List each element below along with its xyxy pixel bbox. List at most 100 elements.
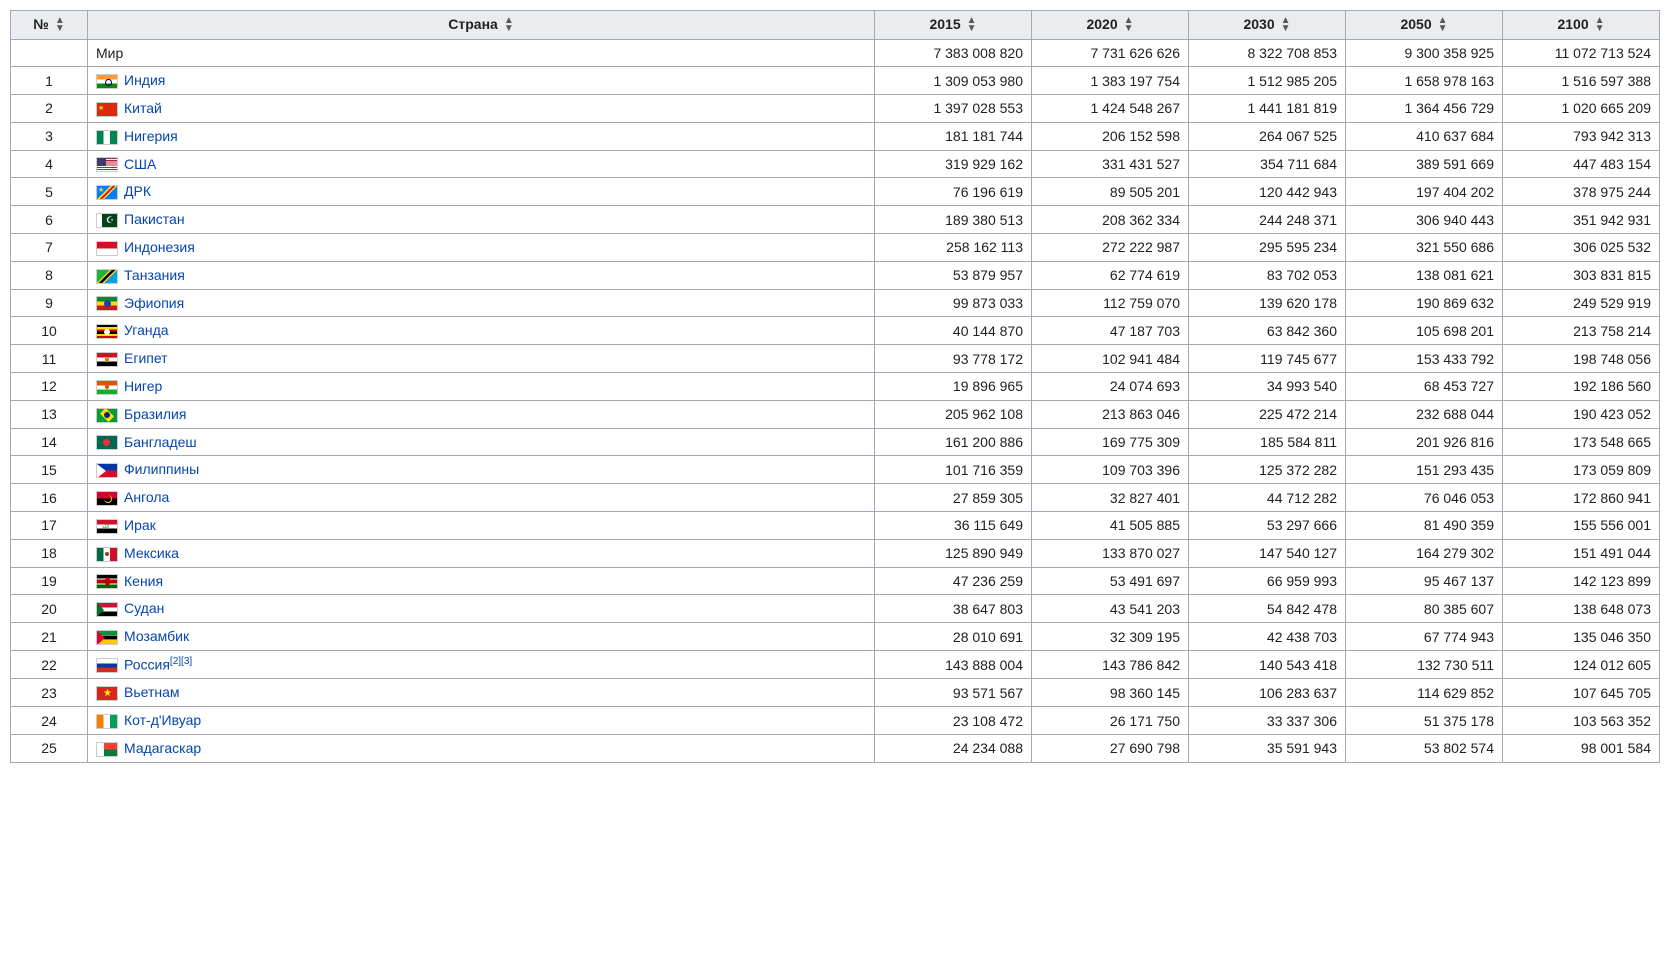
value-cell: 38 647 803	[875, 595, 1032, 623]
value-cell: 132 730 511	[1346, 651, 1503, 679]
country-link[interactable]: Ирак	[124, 517, 156, 533]
country-link[interactable]: Мадагаскар	[124, 740, 201, 756]
tanzania-flag-icon	[96, 269, 118, 284]
value-cell: 54 842 478	[1189, 595, 1346, 623]
value-cell: 213 758 214	[1503, 317, 1660, 345]
value-cell: 181 181 744	[875, 122, 1032, 150]
value-cell: 173 548 665	[1503, 428, 1660, 456]
population-table: № Страна 2015 2020 2030 2050 2100 Мир 7 …	[10, 10, 1660, 763]
country-link[interactable]: Кот-д'Ивуар	[124, 712, 201, 728]
table-row: 20Судан38 647 80343 541 20354 842 47880 …	[11, 595, 1660, 623]
value-cell: 53 491 697	[1032, 567, 1189, 595]
header-2100[interactable]: 2100	[1503, 11, 1660, 40]
value-cell: 354 711 684	[1189, 150, 1346, 178]
header-num-label: №	[33, 16, 49, 32]
value-cell: 53 802 574	[1346, 735, 1503, 763]
header-2050-label: 2050	[1400, 16, 1431, 32]
country-cell: Нигер	[88, 373, 875, 401]
value-cell: 1 020 665 209	[1503, 95, 1660, 123]
header-2030[interactable]: 2030	[1189, 11, 1346, 40]
row-number: 6	[11, 206, 88, 234]
table-row: 4США319 929 162331 431 527354 711 684389…	[11, 150, 1660, 178]
row-number: 18	[11, 539, 88, 567]
value-cell: 26 171 750	[1032, 707, 1189, 735]
country-link[interactable]: Мексика	[124, 545, 179, 561]
country-link[interactable]: Пакистан	[124, 211, 185, 227]
value-cell: 447 483 154	[1503, 150, 1660, 178]
value-cell: 106 283 637	[1189, 679, 1346, 707]
header-num[interactable]: №	[11, 11, 88, 40]
value-cell: 1 658 978 163	[1346, 67, 1503, 95]
value-cell: 81 490 359	[1346, 512, 1503, 540]
value-cell: 319 929 162	[875, 150, 1032, 178]
country-link[interactable]: Уганда	[124, 322, 169, 338]
value-cell: 80 385 607	[1346, 595, 1503, 623]
country-link[interactable]: Индия	[124, 72, 165, 88]
value-cell: 264 067 525	[1189, 122, 1346, 150]
value-cell: 143 786 842	[1032, 651, 1189, 679]
country-link[interactable]: Кения	[124, 573, 163, 589]
sort-icon	[1595, 16, 1605, 34]
country-link[interactable]: США	[124, 156, 156, 172]
value-cell: 213 863 046	[1032, 400, 1189, 428]
value-cell: 66 959 993	[1189, 567, 1346, 595]
sort-icon	[1438, 16, 1448, 34]
value-cell: 47 187 703	[1032, 317, 1189, 345]
mozambique-flag-icon	[96, 630, 118, 645]
row-number: 23	[11, 679, 88, 707]
sort-icon	[967, 16, 977, 34]
value-cell: 89 505 201	[1032, 178, 1189, 206]
table-row: 7Индонезия258 162 113272 222 987295 595 …	[11, 234, 1660, 262]
value-cell: 34 993 540	[1189, 373, 1346, 401]
value-cell: 331 431 527	[1032, 150, 1189, 178]
country-link[interactable]: Бразилия	[124, 406, 186, 422]
header-country[interactable]: Страна	[88, 11, 875, 40]
value-cell: 378 975 244	[1503, 178, 1660, 206]
table-row: 10Уганда40 144 87047 187 70363 842 36010…	[11, 317, 1660, 345]
country-link[interactable]: Вьетнам	[124, 684, 180, 700]
value-cell: 32 827 401	[1032, 484, 1189, 512]
value-cell: 112 759 070	[1032, 289, 1189, 317]
country-link[interactable]: Ангола	[124, 489, 169, 505]
country-link[interactable]: Филиппины	[124, 461, 199, 477]
header-2020[interactable]: 2020	[1032, 11, 1189, 40]
country-link[interactable]: Судан	[124, 600, 164, 616]
value-cell: 244 248 371	[1189, 206, 1346, 234]
country-cell: Индия	[88, 67, 875, 95]
header-2050[interactable]: 2050	[1346, 11, 1503, 40]
value-cell: 1 364 456 729	[1346, 95, 1503, 123]
table-row: 19Кения47 236 25953 491 69766 959 99395 …	[11, 567, 1660, 595]
country-link[interactable]: Россия	[124, 657, 170, 673]
reference-link[interactable]: [2][3]	[170, 656, 192, 667]
header-2015[interactable]: 2015	[875, 11, 1032, 40]
value-cell: 139 620 178	[1189, 289, 1346, 317]
country-link[interactable]: Мозамбик	[124, 628, 189, 644]
value-cell: 98 360 145	[1032, 679, 1189, 707]
angola-flag-icon	[96, 491, 118, 506]
value-cell: 140 543 418	[1189, 651, 1346, 679]
country-link[interactable]: Нигер	[124, 378, 162, 394]
country-cell: Бангладеш	[88, 428, 875, 456]
row-number: 3	[11, 122, 88, 150]
country-link[interactable]: Танзания	[124, 267, 185, 283]
country-link[interactable]: ДРК	[124, 183, 151, 199]
country-link[interactable]: Бангладеш	[124, 434, 197, 450]
table-row: 23Вьетнам93 571 56798 360 145106 283 637…	[11, 679, 1660, 707]
value-cell: 249 529 919	[1503, 289, 1660, 317]
country-link[interactable]: Китай	[124, 100, 162, 116]
row-number: 19	[11, 567, 88, 595]
country-cell: Мозамбик	[88, 623, 875, 651]
country-link[interactable]: Индонезия	[124, 239, 195, 255]
value-cell: 99 873 033	[875, 289, 1032, 317]
value-cell: 201 926 816	[1346, 428, 1503, 456]
country-link[interactable]: Нигерия	[124, 128, 178, 144]
table-row: 14Бангладеш161 200 886169 775 309185 584…	[11, 428, 1660, 456]
value-cell: 321 550 686	[1346, 234, 1503, 262]
header-2020-label: 2020	[1086, 16, 1117, 32]
row-number: 17	[11, 512, 88, 540]
country-link[interactable]: Египет	[124, 350, 168, 366]
value-cell: 43 541 203	[1032, 595, 1189, 623]
country-link[interactable]: Эфиопия	[124, 295, 184, 311]
row-number: 13	[11, 400, 88, 428]
row-number: 11	[11, 345, 88, 373]
